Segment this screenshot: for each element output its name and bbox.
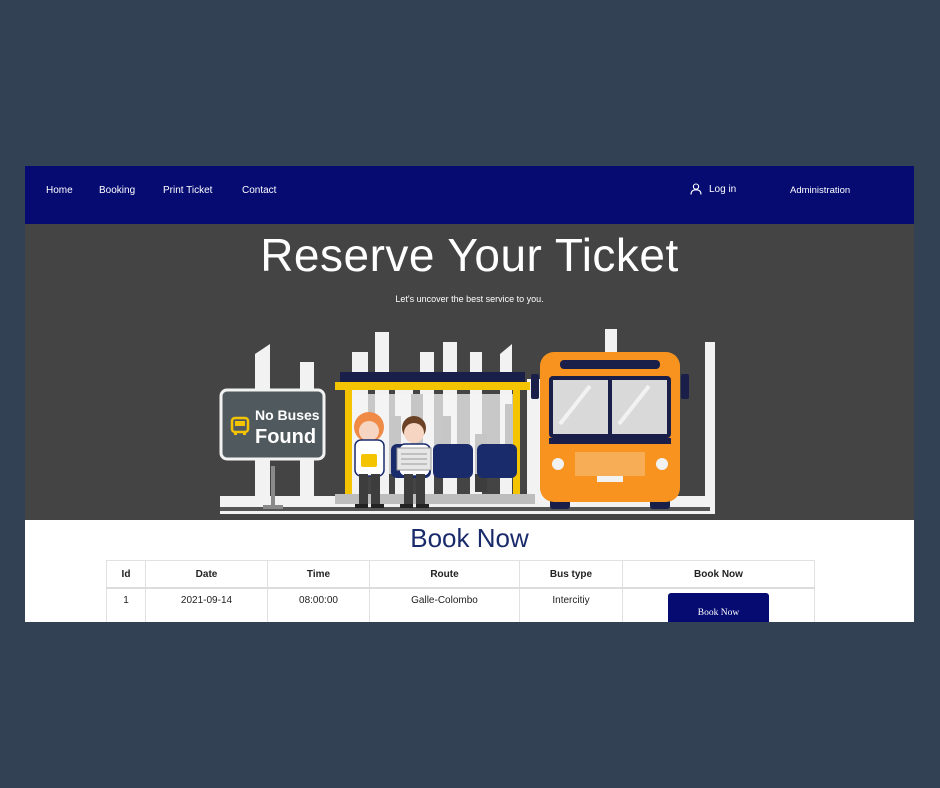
cell-time: 08:00:00	[267, 587, 370, 622]
column-header-route: Route	[369, 560, 520, 589]
sign-line-1: No Buses	[255, 407, 320, 423]
hero-banner: Reserve Your Ticket Let's uncover the be…	[25, 224, 914, 520]
table-header-row: Id Date Time Route Bus type Book Now	[106, 560, 815, 589]
book-now-button[interactable]: Book Now	[668, 593, 769, 622]
cell-date: 2021-09-14	[145, 587, 268, 622]
column-header-book-now: Book Now	[622, 560, 815, 589]
column-header-bus-type: Bus type	[519, 560, 623, 589]
book-now-title: Book Now	[410, 523, 529, 553]
column-header-time: Time	[267, 560, 370, 589]
administration-link[interactable]: Administration	[790, 185, 850, 196]
nav-contact-link[interactable]: Contact	[242, 185, 276, 196]
login-link[interactable]: Log in	[690, 183, 736, 195]
browser-page: Home Booking Print Ticket Contact Log in…	[25, 166, 914, 622]
cell-bus-type: Intercitiy	[519, 587, 623, 622]
bus-front	[531, 352, 689, 509]
login-label: Log in	[709, 183, 737, 195]
nav-home-link[interactable]: Home	[46, 185, 73, 196]
hero-subtitle: Let's uncover the best service to you.	[395, 294, 544, 304]
hero-title: Reserve Your Ticket	[260, 229, 679, 281]
cell-route: Galle-Colombo	[369, 587, 520, 622]
cell-book-now: Book Now	[622, 587, 815, 622]
bus-schedule-table: Id Date Time Route Bus type Book Now 1 2…	[106, 560, 815, 622]
user-icon	[690, 183, 702, 195]
nav-print-ticket-link[interactable]: Print Ticket	[163, 185, 212, 196]
navbar: Home Booking Print Ticket Contact Log in…	[25, 166, 914, 224]
table-row: 1 2021-09-14 08:00:00 Galle-Colombo Inte…	[106, 587, 815, 622]
sign-line-2: Found	[255, 426, 316, 448]
bus-stop-illustration: No Buses Found	[219, 329, 715, 514]
nav-booking-link[interactable]: Booking	[99, 185, 135, 196]
column-header-id: Id	[106, 560, 146, 589]
cell-id: 1	[106, 587, 146, 622]
book-now-section: Book Now Id Date Time Route Bus type Boo…	[25, 520, 914, 622]
column-header-date: Date	[145, 560, 268, 589]
